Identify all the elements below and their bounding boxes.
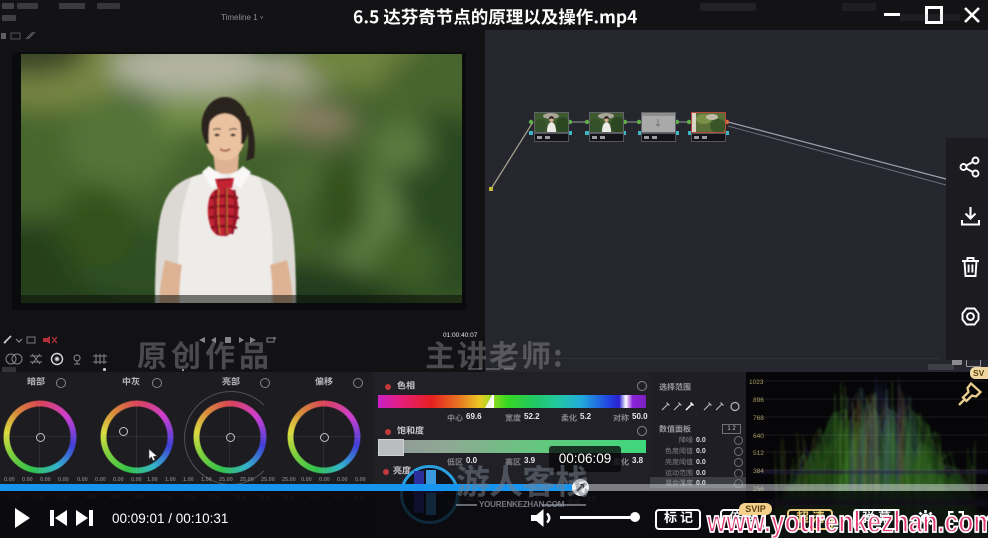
svg-text:768: 768 (753, 415, 764, 422)
svg-text:1023: 1023 (749, 379, 764, 386)
svg-text:640: 640 (753, 433, 764, 440)
svg-text:512: 512 (753, 450, 764, 457)
svg-text:896: 896 (753, 397, 764, 404)
